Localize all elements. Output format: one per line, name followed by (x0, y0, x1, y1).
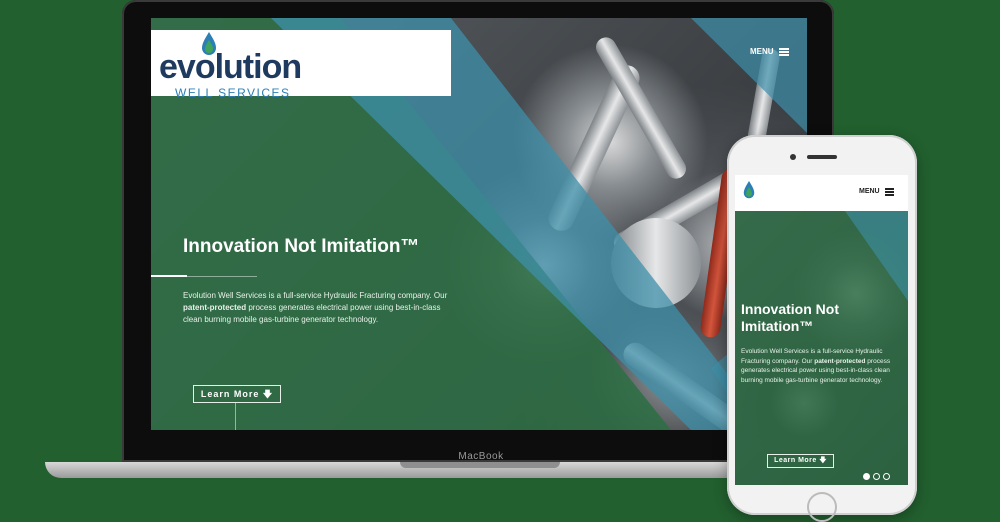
phone-speaker (807, 155, 837, 159)
logo-wordmark: evolution (159, 48, 302, 86)
hero-title: Innovation Not Imitation™ (183, 236, 420, 257)
carousel-dot[interactable] (873, 473, 880, 480)
carousel-dot[interactable] (883, 473, 890, 480)
phone-screen: MENU Innovation Not Imitation™ Evolution… (735, 175, 908, 485)
laptop-notch (400, 462, 560, 468)
site-logo[interactable]: evolution WELL SERVICES (151, 30, 451, 100)
phone-camera (790, 154, 796, 160)
macbook-label: MacBook (458, 451, 504, 462)
menu-label: MENU (750, 47, 774, 56)
hamburger-icon (884, 188, 894, 196)
learn-more-button[interactable]: Learn More 🡇 (193, 385, 281, 403)
hero-divider (151, 275, 187, 277)
phone-hero-description: Evolution Well Services is a full-servic… (741, 347, 891, 385)
phone-learn-more-button[interactable]: Learn More 🡇 (767, 454, 834, 468)
flame-drop-icon[interactable] (743, 181, 755, 199)
laptop-screen: evolution WELL SERVICES MENU Innovation … (151, 18, 807, 430)
carousel-dot[interactable] (863, 473, 870, 480)
menu-button[interactable]: MENU (750, 47, 789, 56)
phone-header: MENU (735, 175, 908, 211)
logo-subtitle: WELL SERVICES (175, 86, 291, 100)
hero-text-bold: patent-protected (814, 357, 866, 365)
phone-home-button[interactable] (807, 492, 837, 522)
hamburger-icon (778, 47, 789, 56)
phone-menu-button[interactable]: MENU (859, 188, 894, 196)
phone-menu-label: MENU (859, 188, 880, 195)
hero-text-part: Evolution Well Services is a full-servic… (183, 291, 448, 300)
phone-frame: MENU Innovation Not Imitation™ Evolution… (727, 135, 917, 522)
hero-text-bold: patent-protected (183, 303, 247, 312)
carousel-dots (863, 473, 890, 480)
scroll-line (235, 403, 236, 430)
hero-divider-thin (187, 276, 257, 277)
phone-hero-title: Innovation Not Imitation™ (741, 301, 839, 334)
hero-description: Evolution Well Services is a full-servic… (183, 290, 453, 326)
